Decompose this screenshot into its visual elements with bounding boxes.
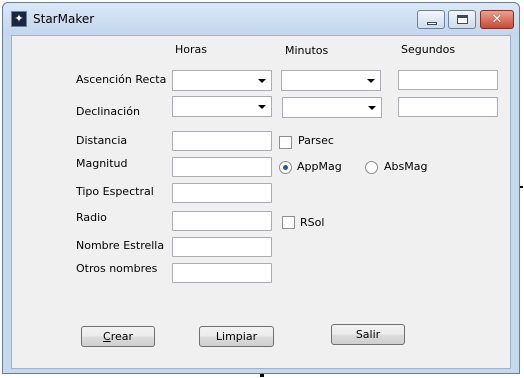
- resize-grip-bottom[interactable]: [260, 374, 264, 377]
- title-bar[interactable]: ✦ StarMaker ✕: [3, 3, 519, 35]
- rsol-checkbox[interactable]: [282, 216, 295, 229]
- spectral-type-field[interactable]: [172, 183, 272, 203]
- appmag-radio[interactable]: [279, 161, 292, 174]
- absmag-label[interactable]: AbsMag: [384, 160, 427, 173]
- label-distance: Distancia: [76, 134, 128, 147]
- ra-minutes-combo[interactable]: [281, 70, 381, 91]
- dec-hours-combo[interactable]: [172, 96, 272, 117]
- chevron-down-icon: [367, 79, 375, 83]
- crear-mnemonic: C: [103, 330, 111, 343]
- label-other-names: Otros nombres: [76, 262, 158, 275]
- radius-field[interactable]: [172, 211, 272, 231]
- starmaker-window: ✦ StarMaker ✕ Horas Minutos Segundos Asc…: [2, 2, 520, 374]
- rsol-label[interactable]: RSol: [300, 216, 324, 229]
- label-ascension: Ascención Recta: [76, 73, 167, 86]
- chevron-down-icon: [258, 105, 266, 109]
- salir-button[interactable]: Salir: [331, 324, 405, 345]
- minimize-icon: [427, 22, 437, 25]
- close-icon: ✕: [491, 12, 503, 27]
- star-name-field[interactable]: [172, 237, 272, 257]
- label-star-name: Nombre Estrella: [76, 239, 165, 252]
- window-title: StarMaker: [33, 12, 95, 26]
- parsec-checkbox[interactable]: [279, 136, 292, 149]
- crear-label: rear: [110, 330, 133, 343]
- header-minutes: Minutos: [285, 44, 329, 57]
- label-declination: Declinación: [76, 105, 140, 118]
- label-radius: Radio: [76, 211, 107, 224]
- parsec-label[interactable]: Parsec: [298, 134, 334, 147]
- label-spectral-type: Tipo Espectral: [76, 185, 154, 198]
- star-icon: ✦: [11, 11, 27, 27]
- crear-button[interactable]: Crear: [81, 326, 155, 347]
- resize-grip-right[interactable]: [520, 186, 523, 188]
- dec-minutes-combo[interactable]: [282, 97, 382, 118]
- maximize-button[interactable]: [448, 10, 476, 29]
- absmag-radio[interactable]: [365, 161, 378, 174]
- close-button[interactable]: ✕: [480, 10, 514, 29]
- other-names-field[interactable]: [172, 263, 272, 283]
- minimize-button[interactable]: [417, 10, 445, 29]
- limpiar-button[interactable]: Limpiar: [199, 326, 274, 347]
- chevron-down-icon: [368, 106, 376, 110]
- header-hours: Horas: [175, 43, 207, 56]
- magnitude-field[interactable]: [172, 157, 272, 177]
- maximize-icon: [457, 15, 468, 24]
- header-seconds: Segundos: [401, 43, 456, 56]
- dec-seconds-field[interactable]: [398, 97, 498, 117]
- chevron-down-icon: [258, 79, 266, 83]
- form-area: Horas Minutos Segundos Ascención Recta D…: [11, 35, 511, 369]
- label-magnitude: Magnitud: [76, 157, 128, 170]
- ra-hours-combo[interactable]: [172, 70, 272, 91]
- ra-seconds-field[interactable]: [398, 70, 498, 90]
- appmag-label[interactable]: AppMag: [297, 160, 342, 173]
- distance-field[interactable]: [172, 131, 272, 151]
